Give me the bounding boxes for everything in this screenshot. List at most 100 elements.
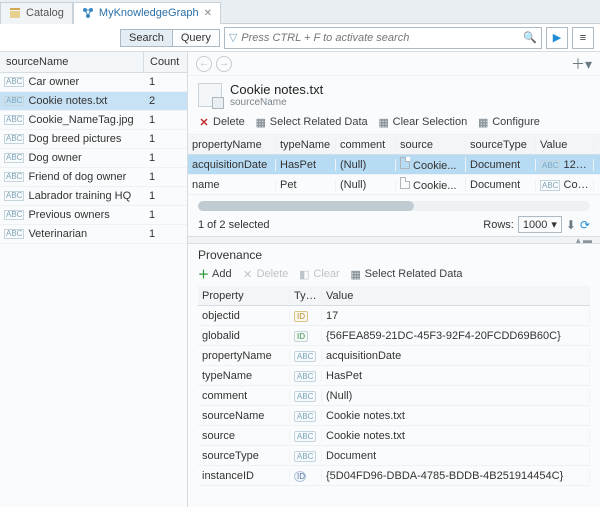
- nav-back[interactable]: ←: [196, 56, 212, 72]
- tab-kg-label: MyKnowledgeGraph: [99, 7, 199, 19]
- provenance-grid: Property Type Value objectidID17 globalid…: [198, 286, 590, 486]
- grid-cell: acquisitionDate: [188, 159, 276, 171]
- delete-icon: ✕: [242, 268, 254, 280]
- right-pane: ← → ＋▾ Cookie notes.txt sourceName ✕Dele…: [188, 52, 600, 507]
- grid-header[interactable]: typeName: [276, 139, 336, 151]
- prov-row[interactable]: sourceABCCookie notes.txt: [198, 426, 590, 446]
- prov-type: ABC: [290, 370, 322, 382]
- grid-cell: Cookie...: [396, 177, 466, 192]
- source-row[interactable]: ABC Dog breed pictures 1: [0, 130, 187, 149]
- source-name: Cookie notes.txt: [28, 95, 145, 107]
- grid-header[interactable]: source: [396, 139, 466, 151]
- close-icon[interactable]: ✕: [204, 8, 212, 19]
- grid-cell: ABC Cookie: [536, 179, 594, 191]
- source-row[interactable]: ABCFriend of dog owner1: [0, 168, 187, 187]
- prov-col-value[interactable]: Value: [322, 290, 590, 302]
- grid-cell: HasPet: [276, 159, 336, 171]
- source-name: Veterinarian: [28, 228, 145, 240]
- add-button[interactable]: ＋▾: [571, 54, 592, 74]
- related-icon: [350, 268, 362, 280]
- pane-collapse[interactable]: ▴ ▬: [188, 236, 600, 244]
- text-type-icon: ABC: [294, 411, 316, 422]
- document-icon: [400, 177, 410, 189]
- source-row[interactable]: ABCPrevious owners1: [0, 206, 187, 225]
- prov-add-button[interactable]: ＋Add: [198, 266, 232, 282]
- text-type-icon: ABC: [4, 210, 24, 220]
- tab-kg[interactable]: MyKnowledgeGraph ✕: [73, 2, 221, 24]
- prov-property: globalid: [198, 330, 290, 342]
- prov-row[interactable]: typeNameABCHasPet: [198, 366, 590, 386]
- source-row[interactable]: ABCCookie notes.txt2: [0, 92, 187, 111]
- tab-catalog-label: Catalog: [26, 7, 64, 19]
- menu-button[interactable]: ≡: [572, 27, 594, 49]
- prov-row[interactable]: objectidID17: [198, 306, 590, 326]
- prov-row[interactable]: propertyNameABCacquisitionDate: [198, 346, 590, 366]
- prov-row[interactable]: instanceIDID{5D04FD96-DBDA-4785-BDDB-4B2…: [198, 466, 590, 486]
- source-count: 1: [149, 209, 183, 221]
- source-row[interactable]: ABCVeterinarian1: [0, 225, 187, 244]
- source-count: 1: [149, 114, 183, 126]
- source-name: Dog breed pictures: [28, 133, 145, 145]
- grid-header[interactable]: comment: [336, 139, 396, 151]
- source-row[interactable]: ABCCookie_NameTag.jpg1: [0, 111, 187, 130]
- prov-row[interactable]: sourceTypeABCDocument: [198, 446, 590, 466]
- text-type-icon: ABC: [294, 431, 316, 442]
- prov-row[interactable]: globalidID{56FEA859-21DC-45F3-92F4-20FCD…: [198, 326, 590, 346]
- source-row[interactable]: ABCCar owner1: [0, 73, 187, 92]
- prov-property: sourceName: [198, 410, 290, 422]
- grid-cell: Cookie...: [396, 157, 466, 172]
- source-count: 1: [149, 133, 183, 145]
- prov-row[interactable]: commentABC(Null): [198, 386, 590, 406]
- run-button[interactable]: ▶: [546, 27, 568, 49]
- prov-value: Document: [322, 450, 590, 462]
- search-icon[interactable]: 🔍: [523, 31, 537, 44]
- search-input[interactable]: [241, 32, 519, 44]
- mode-query[interactable]: Query: [173, 29, 220, 47]
- grid-header[interactable]: Value: [536, 139, 594, 151]
- clear-icon: [378, 116, 390, 128]
- source-row[interactable]: ABCLabrador training HQ1: [0, 187, 187, 206]
- mode-search[interactable]: Search: [120, 29, 173, 47]
- hamburger-icon: ≡: [580, 32, 586, 44]
- guid-type-icon: ID: [294, 331, 308, 342]
- prov-property: instanceID: [198, 470, 290, 482]
- source-row[interactable]: ABCDog owner1: [0, 149, 187, 168]
- instance-id-icon: ID: [294, 471, 306, 482]
- grid-row[interactable]: namePet(Null) Cookie...DocumentABC Cooki…: [188, 175, 600, 195]
- download-icon[interactable]: ⬇: [566, 218, 576, 232]
- provenance-title: Provenance: [198, 248, 590, 262]
- clear-icon: ◧: [298, 268, 310, 280]
- left-col-count[interactable]: Count: [143, 52, 187, 72]
- prov-property: propertyName: [198, 350, 290, 362]
- prov-row[interactable]: sourceName ABC Cookie notes.txt: [198, 406, 590, 426]
- source-name: Cookie_NameTag.jpg: [28, 114, 145, 126]
- select-related-button[interactable]: Select Related Data: [255, 116, 368, 128]
- grid-row[interactable]: acquisitionDateHasPet(Null) Cookie...Doc…: [188, 155, 600, 175]
- search-box[interactable]: ▽ 🔍: [224, 27, 542, 49]
- prov-value: (Null): [322, 390, 590, 402]
- clear-selection-button[interactable]: Clear Selection: [378, 116, 468, 128]
- prov-type: ABC: [290, 430, 322, 442]
- catalog-icon: [9, 7, 21, 19]
- delete-button[interactable]: ✕Delete: [198, 116, 245, 128]
- entity-icon: [198, 83, 222, 107]
- text-type-icon: ABC: [4, 77, 24, 87]
- nav-forward[interactable]: →: [216, 56, 232, 72]
- properties-grid: propertyNametypeNamecommentsourcesourceT…: [188, 135, 600, 195]
- refresh-icon[interactable]: ⟳: [580, 218, 590, 232]
- rows-label: Rows:: [483, 219, 514, 231]
- prov-value: acquisitionDate: [322, 350, 590, 362]
- prov-col-type[interactable]: Type: [290, 290, 322, 302]
- left-col-sourcename[interactable]: sourceName: [0, 52, 143, 72]
- text-type-icon: ABC: [4, 134, 24, 144]
- rows-dropdown[interactable]: 1000▾: [518, 216, 562, 233]
- prov-col-property[interactable]: Property: [198, 290, 290, 302]
- grid-header[interactable]: propertyName: [188, 139, 276, 151]
- tabstrip: Catalog MyKnowledgeGraph ✕: [0, 0, 600, 24]
- horizontal-scrollbar[interactable]: [198, 201, 590, 211]
- grid-header[interactable]: sourceType: [466, 139, 536, 151]
- prov-value: Cookie notes.txt: [322, 410, 590, 422]
- prov-select-related-button[interactable]: Select Related Data: [350, 266, 463, 282]
- configure-button[interactable]: Configure: [477, 116, 540, 128]
- tab-catalog[interactable]: Catalog: [0, 2, 73, 24]
